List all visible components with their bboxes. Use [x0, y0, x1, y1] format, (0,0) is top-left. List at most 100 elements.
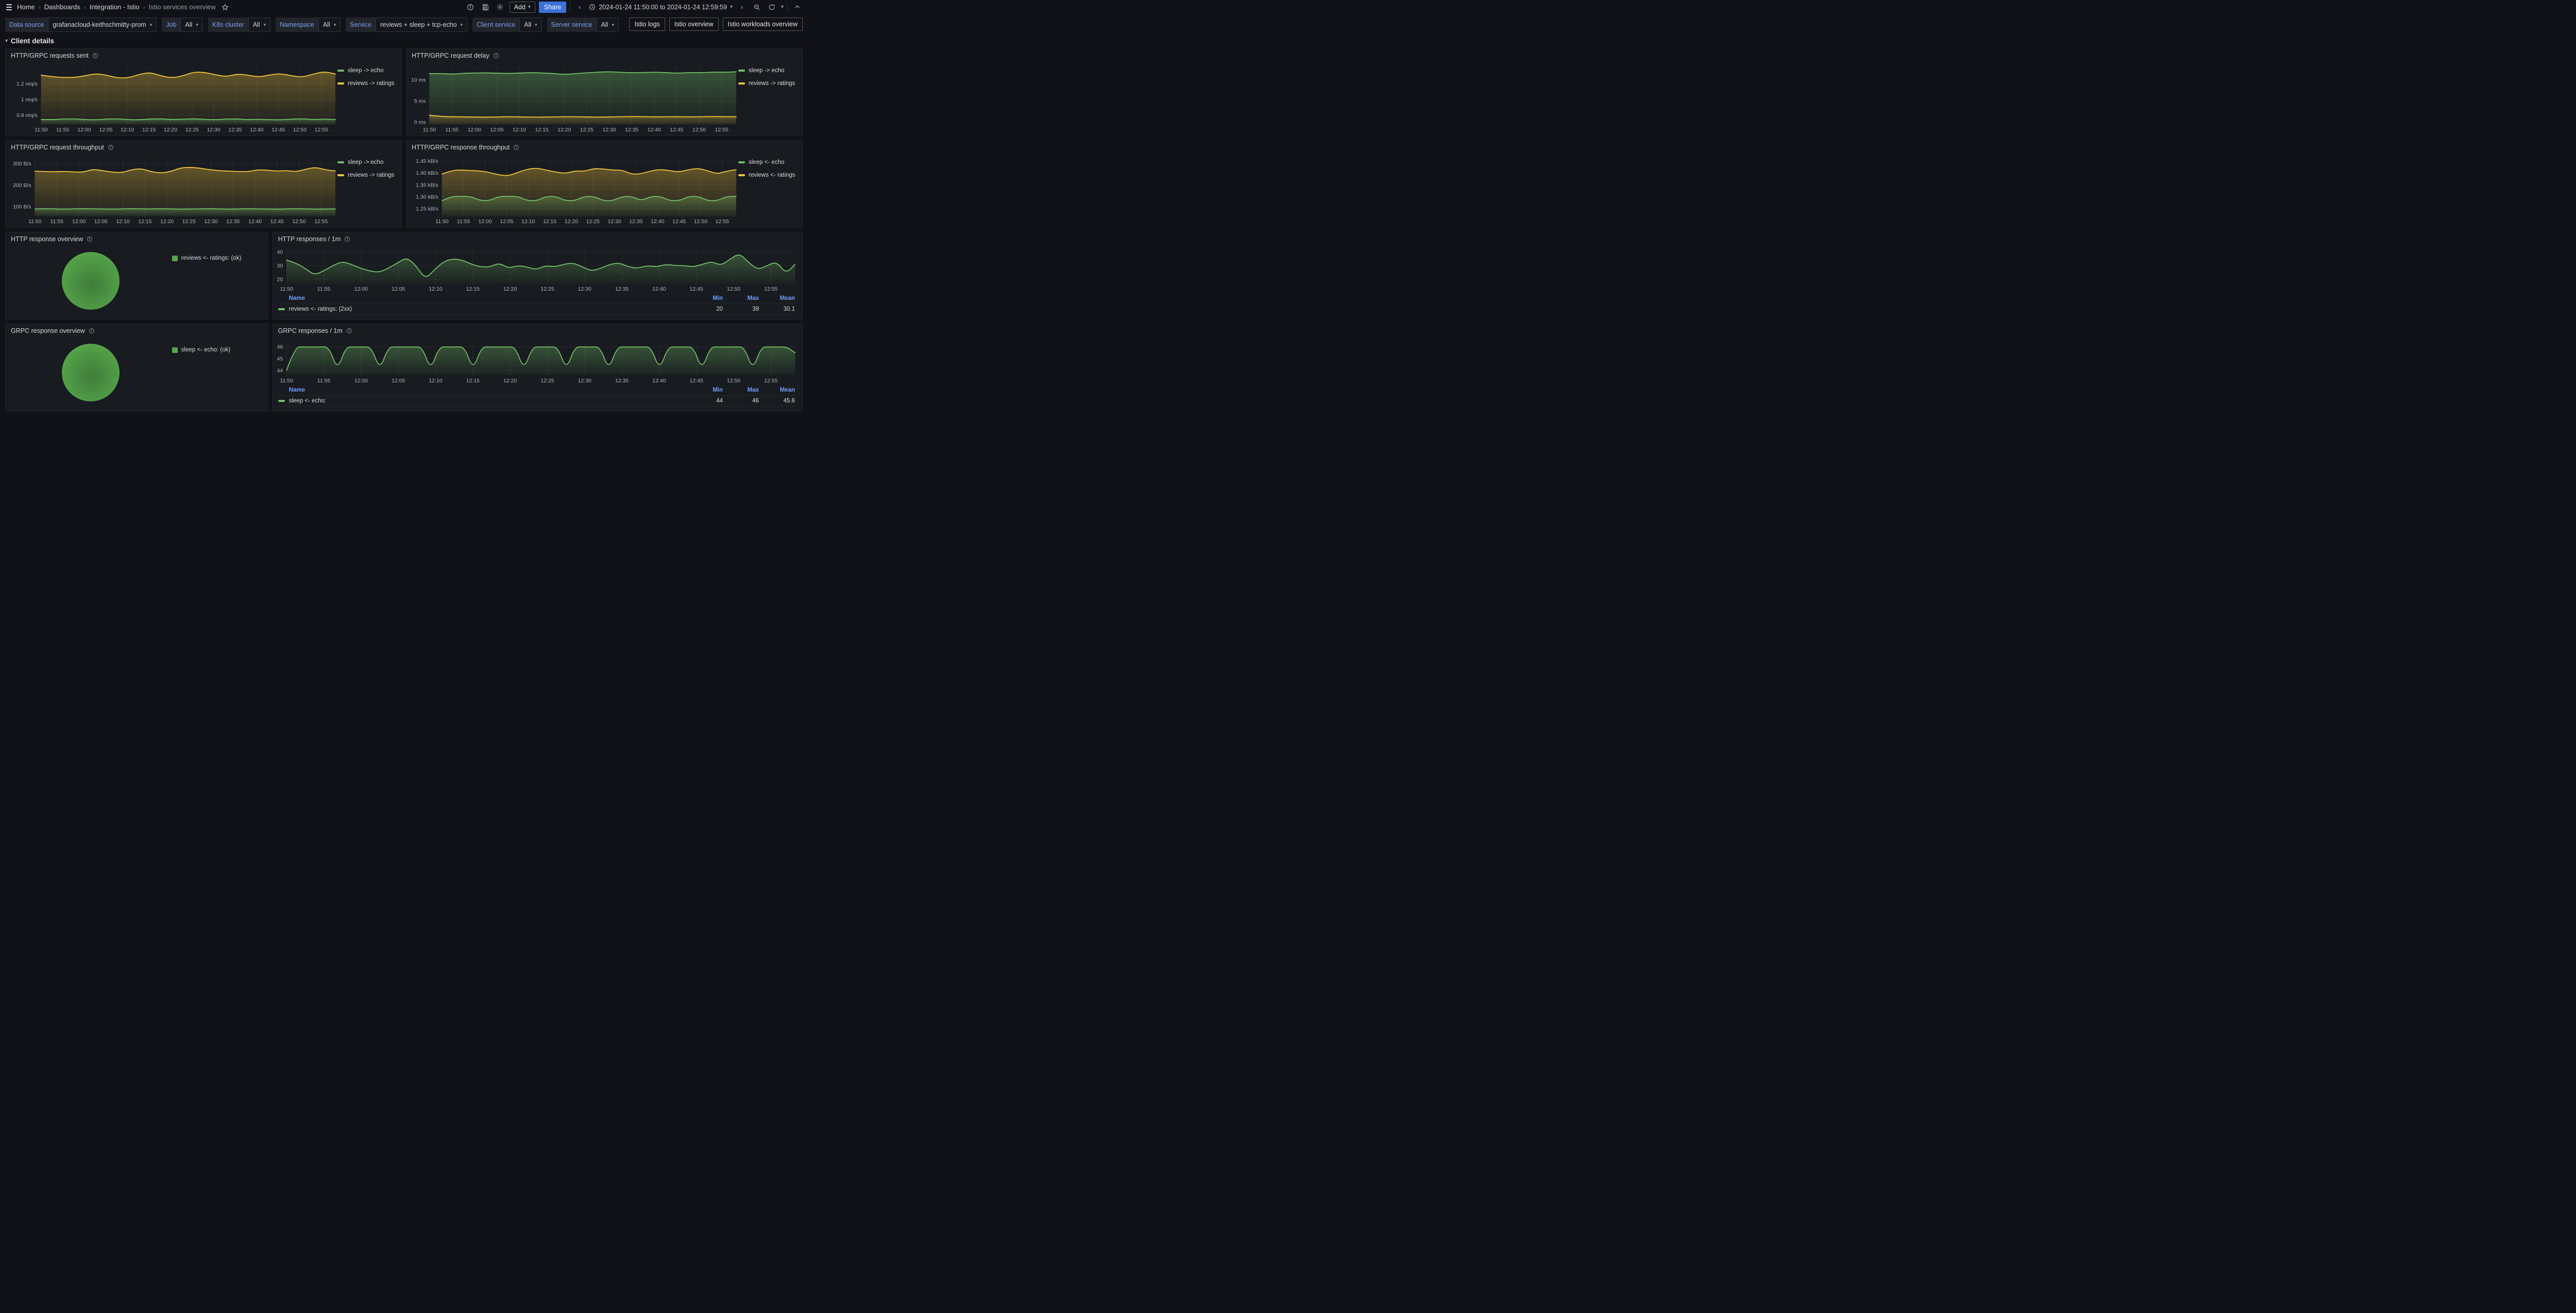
svg-text:12:45: 12:45	[272, 127, 285, 133]
series-swatch	[278, 400, 285, 402]
time-forward-icon[interactable]: ›	[736, 2, 748, 13]
filter-data-source: Data source grafanacloud-keithschmitty-p…	[5, 18, 157, 32]
panel-title[interactable]: GRPC response overview	[11, 327, 85, 334]
filter-value-dropdown[interactable]: All ▾	[519, 18, 542, 32]
legend-item-sleep-echo[interactable]: sleep -> echo	[738, 68, 799, 74]
legend-item-reviews-ratings[interactable]: reviews -> ratings	[738, 80, 799, 87]
refresh-interval-chevron-icon[interactable]: ▾	[781, 4, 784, 10]
series-swatch	[337, 161, 344, 163]
filter-value-dropdown[interactable]: reviews + sleep + tcp-echo ▾	[375, 18, 468, 32]
panel-title[interactable]: HTTP response overview	[11, 235, 83, 243]
share-button[interactable]: Share	[538, 1, 567, 13]
max-header[interactable]: Max	[723, 387, 759, 393]
istio-logs-link[interactable]: Istio logs	[629, 18, 665, 31]
svg-text:1 req/s: 1 req/s	[21, 97, 38, 103]
filter-label: Client service	[472, 18, 520, 32]
panel-info-icon[interactable]	[344, 236, 350, 242]
svg-text:1.2 req/s: 1.2 req/s	[16, 81, 38, 87]
legend-item-sleep-echo[interactable]: sleep -> echo	[337, 68, 398, 74]
panel-info-icon[interactable]	[513, 144, 519, 150]
panel-info-icon[interactable]	[87, 236, 93, 242]
filter-value-dropdown[interactable]: All ▾	[318, 18, 341, 32]
panel-info-icon[interactable]	[108, 144, 114, 150]
filter-value-dropdown[interactable]: All ▾	[180, 18, 203, 32]
svg-text:46: 46	[277, 344, 283, 350]
mean-header[interactable]: Mean	[759, 387, 795, 393]
panel-title[interactable]: GRPC responses / 1m	[278, 327, 343, 334]
row-client-details[interactable]: ▾ Client details	[0, 35, 808, 48]
legend-table-row[interactable]: reviews <- ratings: (2xx) 20 39 30.1	[278, 304, 795, 315]
filter-value-dropdown[interactable]: All ▾	[248, 18, 271, 32]
http-response-pie-chart[interactable]	[62, 252, 120, 310]
panel-title[interactable]: HTTP responses / 1m	[278, 235, 341, 243]
response-throughput-chart[interactable]: 11:50 11:55 12:00 12:05 12:10 12:15 12:20 12:25…	[409, 154, 738, 225]
name-header[interactable]: Name	[278, 295, 305, 301]
svg-text:12:25: 12:25	[182, 218, 196, 225]
filter-value-dropdown[interactable]: All ▾	[596, 18, 619, 32]
breadcrumb-folder[interactable]: Integration - Istio	[90, 3, 140, 11]
svg-text:0 ms: 0 ms	[414, 120, 426, 126]
zoom-out-icon[interactable]	[751, 2, 762, 13]
star-icon[interactable]	[219, 2, 231, 13]
settings-gear-icon[interactable]	[495, 2, 506, 13]
panel-info-icon[interactable]	[346, 328, 352, 334]
min-header[interactable]: Min	[687, 295, 723, 301]
panel-info-icon[interactable]	[92, 53, 98, 59]
svg-text:1.30 kB/s: 1.30 kB/s	[416, 194, 438, 200]
legend-item-sleep-echo[interactable]: sleep -> echo	[337, 159, 398, 165]
panel-title[interactable]: HTTP/GRPC requests sent	[11, 52, 89, 59]
min-header[interactable]: Min	[687, 387, 723, 393]
legend-item-reviews-ratings[interactable]: reviews -> ratings	[337, 172, 398, 178]
hamburger-menu-icon[interactable]	[5, 3, 13, 11]
svg-text:12:25: 12:25	[580, 127, 594, 133]
time-range-picker[interactable]: 2024-01-24 11:50:00 to 2024-01-24 12:59:…	[589, 4, 733, 11]
add-button[interactable]: Add ▾	[509, 1, 535, 13]
filter-namespace: Namespace All ▾	[276, 18, 341, 32]
svg-text:12:05: 12:05	[392, 378, 405, 384]
mean-header[interactable]: Mean	[759, 295, 795, 301]
filter-label: Job	[162, 18, 181, 32]
panel-info-icon[interactable]	[493, 53, 499, 59]
svg-text:12:35: 12:35	[228, 127, 242, 133]
breadcrumb-dashboards[interactable]: Dashboards	[44, 3, 80, 11]
request-throughput-chart[interactable]: 11:50 11:55 12:00 12:05 12:10 12:15 12:20 12:25…	[8, 154, 337, 225]
nav-actions: Add ▾ Share ‹ 2024-01-24 11:50:00 to 2024…	[465, 1, 803, 13]
kiosk-caret-up-icon[interactable]	[791, 2, 803, 13]
dashboard-insights-icon[interactable]	[465, 2, 476, 13]
legend-item-sleep-echo-ok[interactable]: sleep <- echo: (ok)	[172, 347, 264, 353]
http-responses-chart[interactable]: 11:50 11:55 12:00 12:05 12:10 12:15 12:20 12:25…	[275, 246, 797, 293]
chevron-down-icon: ▾	[730, 4, 733, 10]
panel-title[interactable]: HTTP/GRPC request throughput	[11, 144, 104, 151]
legend: sleep <- echo reviews <- ratings	[738, 154, 799, 225]
filter-value-dropdown[interactable]: grafanacloud-keithschmitty-prom ▾	[48, 18, 157, 32]
panel-info-icon[interactable]	[89, 328, 95, 334]
grpc-responses-chart[interactable]: 11:50 11:55 12:00 12:05 12:10 12:15 12:20 12:25…	[275, 338, 797, 384]
legend-item-reviews-ratings-ok[interactable]: reviews <- ratings: (ok)	[172, 255, 264, 261]
panel-title[interactable]: HTTP/GRPC response throughput	[412, 144, 510, 151]
legend-item-reviews-ratings[interactable]: reviews -> ratings	[337, 80, 398, 87]
legend-table-row[interactable]: sleep <- echo: 44 46 45.6	[278, 395, 795, 407]
svg-text:12:55: 12:55	[764, 286, 777, 292]
svg-text:12:35: 12:35	[615, 286, 629, 292]
svg-text:12:15: 12:15	[535, 127, 548, 133]
save-dashboard-icon[interactable]	[480, 2, 491, 13]
legend-item-reviews-ratings[interactable]: reviews <- ratings	[738, 172, 799, 178]
istio-overview-link[interactable]: Istio overview	[669, 18, 719, 31]
request-delay-chart[interactable]: 11:50 11:55 12:00 12:05 12:10 12:15 12:20 12:25…	[409, 62, 738, 133]
legend-item-sleep-echo[interactable]: sleep <- echo	[738, 159, 799, 165]
svg-text:11:50: 11:50	[28, 218, 42, 225]
time-back-icon[interactable]: ‹	[574, 2, 585, 13]
name-header[interactable]: Name	[278, 387, 305, 393]
refresh-icon[interactable]	[766, 2, 777, 13]
panel-title[interactable]: HTTP/GRPC request delay	[412, 52, 489, 59]
max-header[interactable]: Max	[723, 295, 759, 301]
istio-workloads-overview-link[interactable]: Istio workloads overview	[722, 18, 803, 31]
pie-zone	[10, 338, 172, 408]
svg-text:12:30: 12:30	[607, 218, 621, 225]
breadcrumb-separator: ›	[83, 3, 86, 11]
requests-sent-chart[interactable]: 11:50 11:55 12:00 12:05 12:10 12:15 12:20 12:25…	[8, 62, 337, 133]
svg-text:11:55: 11:55	[445, 127, 459, 133]
breadcrumb-home[interactable]: Home	[17, 3, 35, 11]
grpc-response-pie-chart[interactable]	[62, 344, 120, 401]
svg-text:12:35: 12:35	[615, 378, 629, 384]
